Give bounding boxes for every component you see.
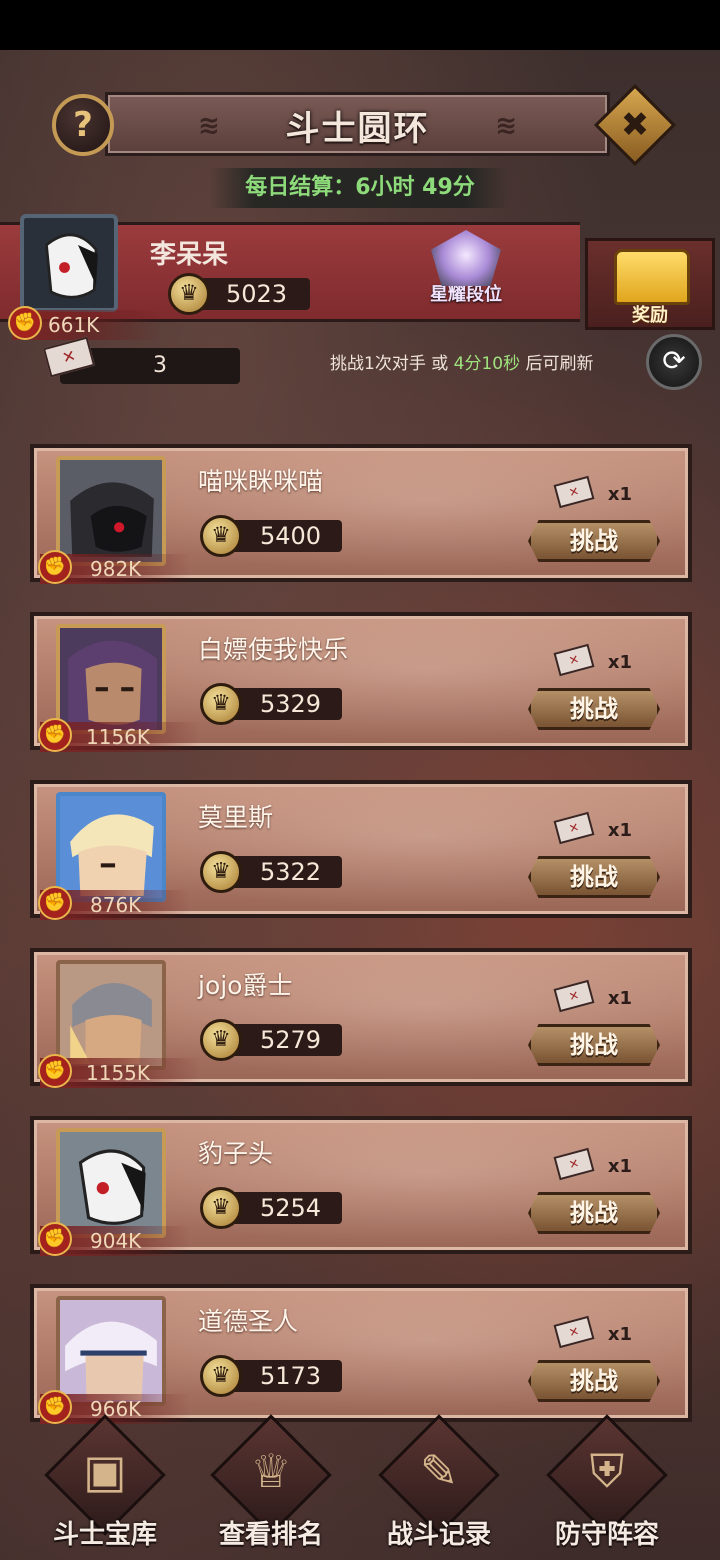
trophy-score-icon: ♛ [200,1355,242,1397]
challenge-button[interactable]: 挑战 [528,856,660,898]
trophy-score-icon: ♛ [168,273,210,315]
opponent-avatar[interactable] [56,1296,166,1406]
refresh-info: 挑战1次对手 或 4分10秒 后可刷新 [330,350,593,378]
opponent-name: 道德圣人 [198,1307,299,1336]
fist-power-icon: ✊ [38,886,72,920]
reward-label: 奖励 [632,305,668,326]
refresh-prefix: 挑战1次对手 或 [330,354,454,374]
opponent-avatar[interactable] [56,624,166,734]
challenge-button[interactable]: 挑战 [528,520,660,562]
close-icon: ✖ [620,105,650,145]
challenge-button[interactable]: 挑战 [528,1024,660,1066]
refresh-time: 4分10秒 [453,354,521,374]
bottom-nav: ▣ 斗士宝库 ♕ 查看排名 ✎ 战斗记录 ⛨ 防守阵容 [0,1414,720,1560]
fist-power-icon: ✊ [38,1222,72,1256]
nav-defense-lineup[interactable]: ⛨ 防守阵容 [522,1414,692,1560]
player-name: 李呆呆 [150,240,229,270]
challenge-button[interactable]: 挑战 [528,1192,660,1234]
arena-screen: ≋ 斗士圆环 ≋ ? ✖ 每日结算：6小时 49分 661K ✊ 李呆呆 502… [0,50,720,1560]
trophy-score-icon: ♛ [200,1187,242,1229]
treasure-chest-icon: ▣ [83,1444,127,1498]
hooded-rogue-portrait [60,628,162,730]
fist-power-icon: ✊ [38,550,72,584]
fist-power-icon: ✊ [38,1054,72,1088]
opponent-name: 豹子头 [198,1139,274,1168]
shield-icon: ⛨ [589,1444,625,1498]
ticket-icon: ✕ [553,811,595,845]
refresh-suffix: 后可刷新 [520,354,594,374]
refresh-icon: ⟳ [662,344,686,377]
nav-label: 战斗记录 [386,1520,491,1550]
player-avatar[interactable] [20,214,118,312]
wing-ornament-icon: ≋ [495,111,517,141]
rank-gem-icon [431,230,501,286]
treasure-chest-icon [614,249,690,305]
nav-label: 查看排名 [218,1520,323,1550]
page-title: 斗士圆环 [285,109,430,149]
masked-hero-portrait [24,218,114,308]
ticket-icon: ✕ [553,979,595,1013]
ticket-cost: x1 [607,484,632,505]
opponent-avatar[interactable] [56,792,166,902]
challenge-button[interactable]: 挑战 [528,1360,660,1402]
rank-emblem[interactable]: 星耀段位 [418,230,514,312]
trophy-score-icon: ♛ [200,683,242,725]
title-banner: ≋ 斗士圆环 ≋ [105,92,610,156]
dark-beast-portrait [60,460,162,562]
ticket-icon: ✕ [553,1315,595,1349]
opponent-name: 莫里斯 [198,803,274,832]
opponent-name: 白嫖使我快乐 [198,635,349,664]
ticket-icon: ✕ [553,475,595,509]
opponent-name: 喵咪眯咪喵 [198,467,324,496]
fist-power-icon: ✊ [38,718,72,752]
nav-label: 斗士宝库 [52,1520,157,1550]
opponent-avatar[interactable] [56,456,166,566]
nav-label: 防守阵容 [554,1520,659,1550]
opponent-avatar[interactable] [56,1128,166,1238]
refresh-button[interactable]: ⟳ [646,334,702,390]
ticket-cost: x1 [607,1156,632,1177]
ticket-icon: ✕ [553,1147,595,1181]
ticket-cost: x1 [607,1324,632,1345]
masked-hero-portrait [60,1132,162,1234]
ticket-icon: ✕ [553,643,595,677]
fist-power-icon: ✊ [38,1390,72,1424]
blonde-hero-portrait [60,796,162,898]
trophy-score-icon: ♛ [200,851,242,893]
armored-knight-portrait [60,964,162,1066]
sage-hero-portrait [60,1300,162,1402]
trophy-icon: ♕ [250,1444,292,1498]
challenge-button[interactable]: 挑战 [528,688,660,730]
nav-battle-log[interactable]: ✎ 战斗记录 [354,1414,524,1560]
opponent-avatar[interactable] [56,960,166,1070]
opponent-name: jojo爵士 [198,971,293,1000]
reward-button[interactable]: 奖励 [585,238,715,330]
help-button[interactable]: ? [52,94,114,156]
trophy-score-icon: ♛ [200,515,242,557]
trophy-score-icon: ♛ [200,1019,242,1061]
fist-power-icon: ✊ [8,306,42,340]
ticket-cost: x1 [607,988,632,1009]
scroll-icon: ✎ [419,1444,459,1498]
ticket-cost: x1 [607,652,632,673]
daily-settlement-timer: 每日结算：6小时 49分 [210,168,510,208]
nav-view-ranking[interactable]: ♕ 查看排名 [186,1414,356,1560]
ticket-cost: x1 [607,820,632,841]
status-bar [0,0,720,50]
nav-fighter-vault[interactable]: ▣ 斗士宝库 [20,1414,190,1560]
